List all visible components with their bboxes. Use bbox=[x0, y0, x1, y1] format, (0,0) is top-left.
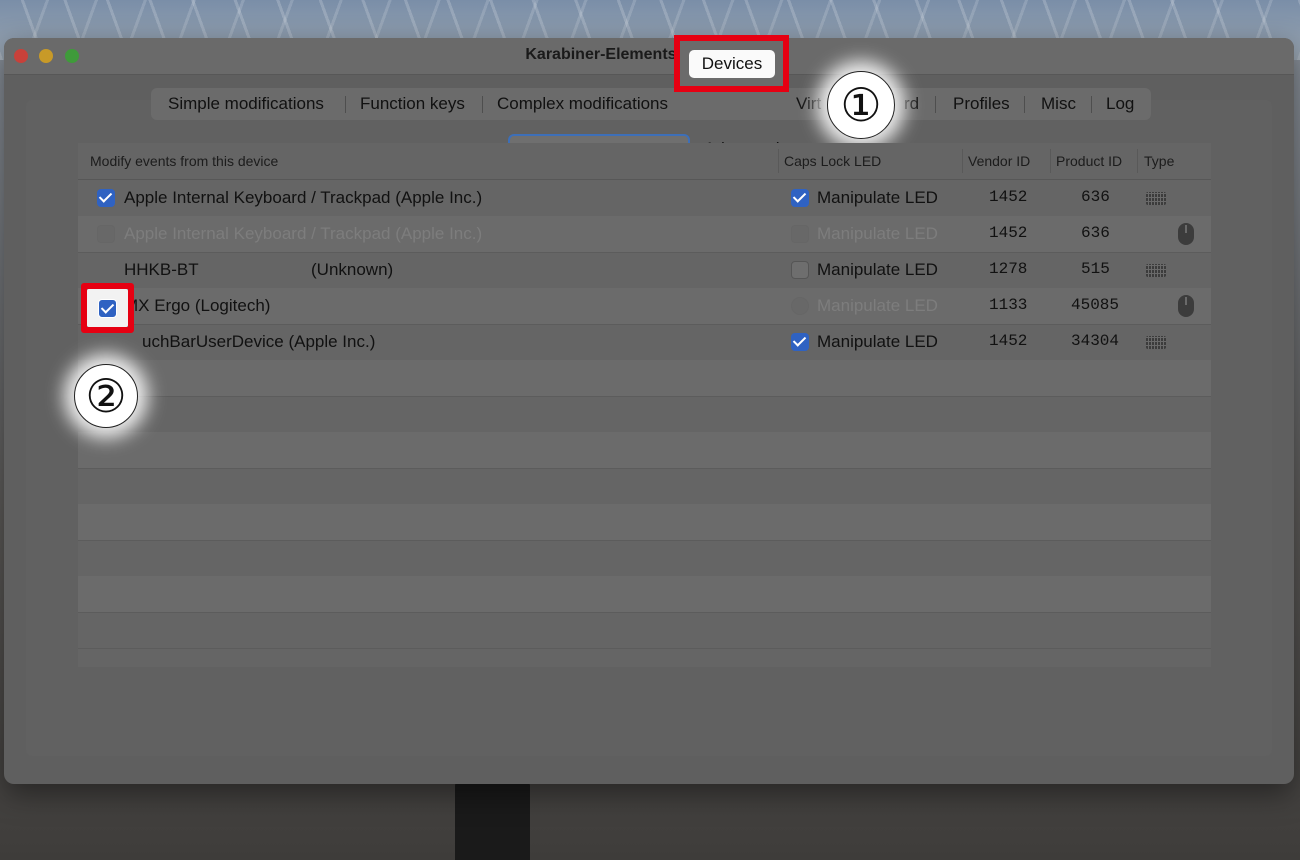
header-vendor-id: Vendor ID bbox=[968, 153, 1031, 169]
tab-function-keys[interactable]: Function keys bbox=[360, 88, 465, 120]
tab-profiles[interactable]: Profiles bbox=[953, 88, 1010, 120]
empty-row bbox=[78, 468, 1211, 505]
keyboard-icon bbox=[1146, 336, 1166, 349]
device-name: HHKB-BT bbox=[124, 260, 199, 279]
header-device: Modify events from this device bbox=[90, 153, 279, 169]
caps-led-label: Manipulate LED bbox=[817, 224, 938, 243]
caps-led-label: Manipulate LED bbox=[817, 188, 938, 207]
device-name: MX Ergo (Logitech) bbox=[124, 296, 271, 315]
empty-row bbox=[78, 612, 1211, 649]
product-id: 636 bbox=[1081, 224, 1110, 242]
table-row[interactable]: Apple Internal Keyboard / Trackpad (Appl… bbox=[78, 216, 1211, 253]
header-caps-lock-led: Caps Lock LED bbox=[784, 153, 882, 169]
caps-led-checkbox[interactable] bbox=[791, 297, 809, 315]
table-row[interactable]: uchBarUserDevice (Apple Inc.) Manipulate… bbox=[78, 324, 1211, 361]
caps-led-label: Manipulate LED bbox=[817, 260, 938, 279]
device-name: Apple Internal Keyboard / Trackpad (Appl… bbox=[124, 188, 483, 207]
vendor-id: 1133 bbox=[989, 296, 1028, 314]
hhkb-modify-checkbox[interactable] bbox=[98, 299, 117, 318]
header-separator bbox=[778, 149, 779, 173]
title-bar: Karabiner-Elements Preferences bbox=[4, 38, 1294, 75]
table-row[interactable]: HHKB-BT (Unknown) Manipulate LED 1278 51… bbox=[78, 252, 1211, 289]
step-2-badge: ② bbox=[74, 364, 138, 428]
tab-devices[interactable]: Devices bbox=[689, 50, 775, 78]
caps-led-checkbox[interactable] bbox=[791, 333, 809, 351]
tab-bar: Simple modifications Function keys Compl… bbox=[151, 88, 1151, 120]
mouse-icon bbox=[1178, 295, 1194, 317]
tab-virtual-keyboard-end[interactable]: rd bbox=[904, 88, 919, 120]
empty-row bbox=[78, 540, 1211, 577]
devices-table: Modify events from this device Caps Lock… bbox=[78, 143, 1211, 667]
caps-led-checkbox[interactable] bbox=[791, 225, 809, 243]
empty-row bbox=[78, 396, 1211, 433]
header-type: Type bbox=[1144, 153, 1175, 169]
caps-led-label: Manipulate LED bbox=[817, 296, 938, 315]
devices-tab-highlight: Devices bbox=[674, 35, 789, 92]
header-separator bbox=[1050, 149, 1051, 173]
tab-complex-modifications[interactable]: Complex modifications bbox=[497, 88, 668, 120]
table-header: Modify events from this device Caps Lock… bbox=[78, 143, 1211, 180]
tab-log[interactable]: Log bbox=[1106, 88, 1134, 120]
header-product-id: Product ID bbox=[1056, 153, 1123, 169]
tab-misc[interactable]: Misc bbox=[1041, 88, 1076, 120]
vendor-id: 1278 bbox=[989, 260, 1028, 278]
table-row[interactable]: MX Ergo (Logitech) Manipulate LED 1133 4… bbox=[78, 288, 1211, 325]
hhkb-checkbox-highlight bbox=[81, 283, 134, 333]
empty-row bbox=[78, 360, 1211, 397]
product-id: 45085 bbox=[1071, 296, 1120, 314]
empty-row bbox=[78, 576, 1211, 613]
tab-separator bbox=[345, 96, 346, 113]
modify-checkbox[interactable] bbox=[97, 189, 115, 207]
vendor-id: 1452 bbox=[989, 188, 1028, 206]
header-separator bbox=[962, 149, 963, 173]
keyboard-icon bbox=[1146, 192, 1166, 205]
caps-led-label: Manipulate LED bbox=[817, 332, 938, 351]
empty-row bbox=[78, 504, 1211, 541]
product-id: 34304 bbox=[1071, 332, 1120, 350]
caps-led-checkbox[interactable] bbox=[791, 189, 809, 207]
modify-checkbox[interactable] bbox=[97, 225, 115, 243]
vendor-id: 1452 bbox=[989, 224, 1028, 242]
tab-simple-modifications[interactable]: Simple modifications bbox=[168, 88, 324, 120]
tab-separator bbox=[935, 96, 936, 113]
tab-separator bbox=[482, 96, 483, 113]
window-title: Karabiner-Elements Preferences bbox=[525, 46, 773, 63]
tab-separator bbox=[1024, 96, 1025, 113]
tab-separator bbox=[1091, 96, 1092, 113]
device-vendor-name: (Unknown) bbox=[311, 260, 394, 279]
background-person bbox=[455, 780, 530, 860]
product-id: 636 bbox=[1081, 188, 1110, 206]
device-name: Apple Internal Keyboard / Trackpad (Appl… bbox=[124, 224, 483, 243]
step-1-badge: ① bbox=[827, 71, 895, 139]
vendor-id: 1452 bbox=[989, 332, 1028, 350]
mouse-icon bbox=[1178, 223, 1194, 245]
keyboard-icon bbox=[1146, 264, 1166, 277]
empty-row bbox=[78, 432, 1211, 469]
device-name: uchBarUserDevice (Apple Inc.) bbox=[142, 332, 376, 351]
header-separator bbox=[1137, 149, 1138, 173]
caps-led-checkbox[interactable] bbox=[791, 261, 809, 279]
tab-virtual-keyboard-start[interactable]: Virt bbox=[796, 88, 821, 120]
table-row[interactable]: Apple Internal Keyboard / Trackpad (Appl… bbox=[78, 180, 1211, 217]
product-id: 515 bbox=[1081, 260, 1110, 278]
